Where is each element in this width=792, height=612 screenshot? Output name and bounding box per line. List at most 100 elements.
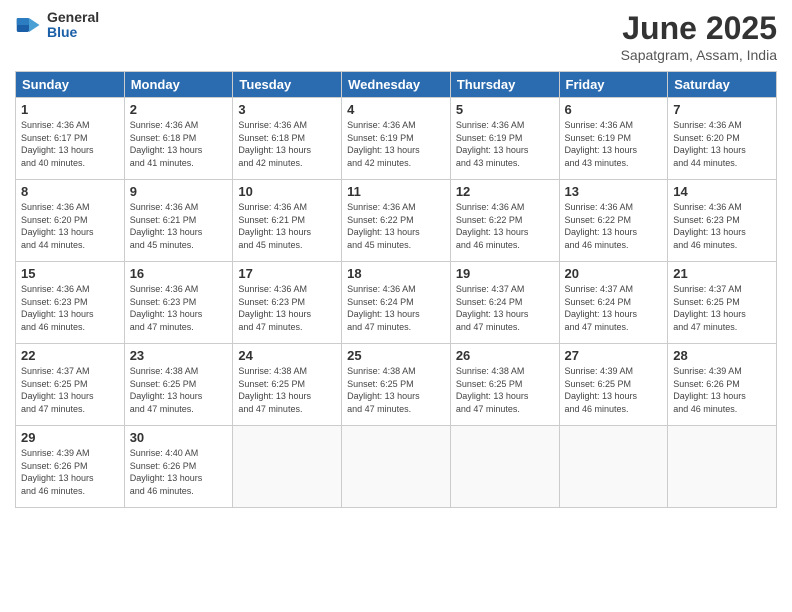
calendar-cell: 19 Sunrise: 4:37 AM Sunset: 6:24 PM Dayli… [450, 262, 559, 344]
day-number: 1 [21, 102, 119, 117]
title-section: June 2025 Sapatgram, Assam, India [621, 10, 777, 63]
day-info: Sunrise: 4:36 AM Sunset: 6:22 PM Dayligh… [565, 201, 663, 251]
day-number: 6 [565, 102, 663, 117]
day-info: Sunrise: 4:36 AM Sunset: 6:23 PM Dayligh… [21, 283, 119, 333]
day-info: Sunrise: 4:39 AM Sunset: 6:25 PM Dayligh… [565, 365, 663, 415]
day-number: 4 [347, 102, 445, 117]
day-number: 17 [238, 266, 336, 281]
day-number: 30 [130, 430, 228, 445]
calendar-cell: 18Sunrise: 4:36 AM Sunset: 6:24 PM Dayli… [342, 262, 451, 344]
calendar-cell: 11 Sunrise: 4:36 AM Sunset: 6:22 PM Dayli… [342, 180, 451, 262]
day-info: Sunrise: 4:36 AM Sunset: 6:22 PM Dayligh… [456, 201, 554, 251]
header-wednesday: Wednesday [342, 72, 451, 98]
day-info: Sunrise: 4:37 AM Sunset: 6:24 PM Dayligh… [565, 283, 663, 333]
day-number: 11 [347, 184, 445, 199]
day-info: Sunrise: 4:38 AM Sunset: 6:25 PM Dayligh… [456, 365, 554, 415]
calendar-table: Sunday Monday Tuesday Wednesday Thursday… [15, 71, 777, 508]
header-saturday: Saturday [668, 72, 777, 98]
day-info: Sunrise: 4:36 AM Sunset: 6:24 PM Dayligh… [347, 283, 445, 333]
day-info: Sunrise: 4:38 AM Sunset: 6:25 PM Dayligh… [238, 365, 336, 415]
calendar-cell: 10 Sunrise: 4:36 AM Sunset: 6:21 PM Dayli… [233, 180, 342, 262]
calendar-cell: 1Sunrise: 4:36 AM Sunset: 6:17 PM Daylig… [16, 98, 125, 180]
day-info: Sunrise: 4:36 AM Sunset: 6:23 PM Dayligh… [238, 283, 336, 333]
header-row-days: Sunday Monday Tuesday Wednesday Thursday… [16, 72, 777, 98]
calendar-cell: 15 Sunrise: 4:36 AM Sunset: 6:23 PM Dayli… [16, 262, 125, 344]
calendar-week-4: 22 Sunrise: 4:37 AM Sunset: 6:25 PM Dayli… [16, 344, 777, 426]
calendar-cell: 20 Sunrise: 4:37 AM Sunset: 6:24 PM Dayli… [559, 262, 668, 344]
day-info: Sunrise: 4:36 AM Sunset: 6:18 PM Dayligh… [238, 119, 336, 169]
logo: General Blue [15, 10, 99, 41]
header-monday: Monday [124, 72, 233, 98]
calendar-cell: 5Sunrise: 4:36 AM Sunset: 6:19 PM Daylig… [450, 98, 559, 180]
day-number: 3 [238, 102, 336, 117]
day-number: 29 [21, 430, 119, 445]
day-number: 16 [130, 266, 228, 281]
day-number: 13 [565, 184, 663, 199]
day-number: 21 [673, 266, 771, 281]
day-number: 10 [238, 184, 336, 199]
day-number: 25 [347, 348, 445, 363]
day-info: Sunrise: 4:38 AM Sunset: 6:25 PM Dayligh… [130, 365, 228, 415]
calendar-week-5: 29 Sunrise: 4:39 AM Sunset: 6:26 PM Dayli… [16, 426, 777, 508]
calendar-cell: 2 Sunrise: 4:36 AM Sunset: 6:18 PM Daylig… [124, 98, 233, 180]
day-info: Sunrise: 4:36 AM Sunset: 6:23 PM Dayligh… [673, 201, 771, 251]
day-number: 26 [456, 348, 554, 363]
day-info: Sunrise: 4:36 AM Sunset: 6:19 PM Dayligh… [347, 119, 445, 169]
page-container: General Blue June 2025 Sapatgram, Assam,… [0, 0, 792, 518]
day-info: Sunrise: 4:38 AM Sunset: 6:25 PM Dayligh… [347, 365, 445, 415]
day-info: Sunrise: 4:36 AM Sunset: 6:21 PM Dayligh… [238, 201, 336, 251]
calendar-cell [233, 426, 342, 508]
day-number: 2 [130, 102, 228, 117]
calendar-cell: 22 Sunrise: 4:37 AM Sunset: 6:25 PM Dayli… [16, 344, 125, 426]
calendar-week-2: 8 Sunrise: 4:36 AM Sunset: 6:20 PM Daylig… [16, 180, 777, 262]
day-number: 23 [130, 348, 228, 363]
day-number: 20 [565, 266, 663, 281]
header-friday: Friday [559, 72, 668, 98]
day-number: 7 [673, 102, 771, 117]
day-info: Sunrise: 4:36 AM Sunset: 6:18 PM Dayligh… [130, 119, 228, 169]
logo-blue-text: Blue [47, 25, 99, 40]
day-number: 12 [456, 184, 554, 199]
calendar-cell: 30 Sunrise: 4:40 AM Sunset: 6:26 PM Dayli… [124, 426, 233, 508]
day-info: Sunrise: 4:36 AM Sunset: 6:20 PM Dayligh… [21, 201, 119, 251]
logo-icon [15, 11, 43, 39]
header-thursday: Thursday [450, 72, 559, 98]
logo-general-text: General [47, 10, 99, 25]
logo-text: General Blue [47, 10, 99, 41]
calendar-cell [342, 426, 451, 508]
calendar-week-1: 1Sunrise: 4:36 AM Sunset: 6:17 PM Daylig… [16, 98, 777, 180]
calendar-cell: 3 Sunrise: 4:36 AM Sunset: 6:18 PM Daylig… [233, 98, 342, 180]
calendar-cell: 12 Sunrise: 4:36 AM Sunset: 6:22 PM Dayli… [450, 180, 559, 262]
day-number: 19 [456, 266, 554, 281]
calendar-cell: 28Sunrise: 4:39 AM Sunset: 6:26 PM Dayli… [668, 344, 777, 426]
calendar-cell: 27Sunrise: 4:39 AM Sunset: 6:25 PM Dayli… [559, 344, 668, 426]
calendar-cell: 9 Sunrise: 4:36 AM Sunset: 6:21 PM Daylig… [124, 180, 233, 262]
day-number: 15 [21, 266, 119, 281]
day-number: 8 [21, 184, 119, 199]
calendar-cell: 24Sunrise: 4:38 AM Sunset: 6:25 PM Dayli… [233, 344, 342, 426]
day-number: 9 [130, 184, 228, 199]
calendar-cell [668, 426, 777, 508]
calendar-cell [450, 426, 559, 508]
day-info: Sunrise: 4:40 AM Sunset: 6:26 PM Dayligh… [130, 447, 228, 497]
day-info: Sunrise: 4:36 AM Sunset: 6:19 PM Dayligh… [565, 119, 663, 169]
day-info: Sunrise: 4:39 AM Sunset: 6:26 PM Dayligh… [21, 447, 119, 497]
day-info: Sunrise: 4:36 AM Sunset: 6:22 PM Dayligh… [347, 201, 445, 251]
day-info: Sunrise: 4:37 AM Sunset: 6:25 PM Dayligh… [673, 283, 771, 333]
day-info: Sunrise: 4:37 AM Sunset: 6:24 PM Dayligh… [456, 283, 554, 333]
calendar-cell: 4 Sunrise: 4:36 AM Sunset: 6:19 PM Daylig… [342, 98, 451, 180]
day-number: 14 [673, 184, 771, 199]
calendar-cell: 23 Sunrise: 4:38 AM Sunset: 6:25 PM Dayli… [124, 344, 233, 426]
header-sunday: Sunday [16, 72, 125, 98]
calendar-cell: 14 Sunrise: 4:36 AM Sunset: 6:23 PM Dayli… [668, 180, 777, 262]
month-title: June 2025 [621, 10, 777, 47]
day-number: 5 [456, 102, 554, 117]
calendar-cell: 7 Sunrise: 4:36 AM Sunset: 6:20 PM Daylig… [668, 98, 777, 180]
day-info: Sunrise: 4:36 AM Sunset: 6:21 PM Dayligh… [130, 201, 228, 251]
day-number: 22 [21, 348, 119, 363]
day-info: Sunrise: 4:37 AM Sunset: 6:25 PM Dayligh… [21, 365, 119, 415]
day-info: Sunrise: 4:36 AM Sunset: 6:20 PM Dayligh… [673, 119, 771, 169]
calendar-cell [559, 426, 668, 508]
day-number: 28 [673, 348, 771, 363]
location-text: Sapatgram, Assam, India [621, 47, 777, 63]
